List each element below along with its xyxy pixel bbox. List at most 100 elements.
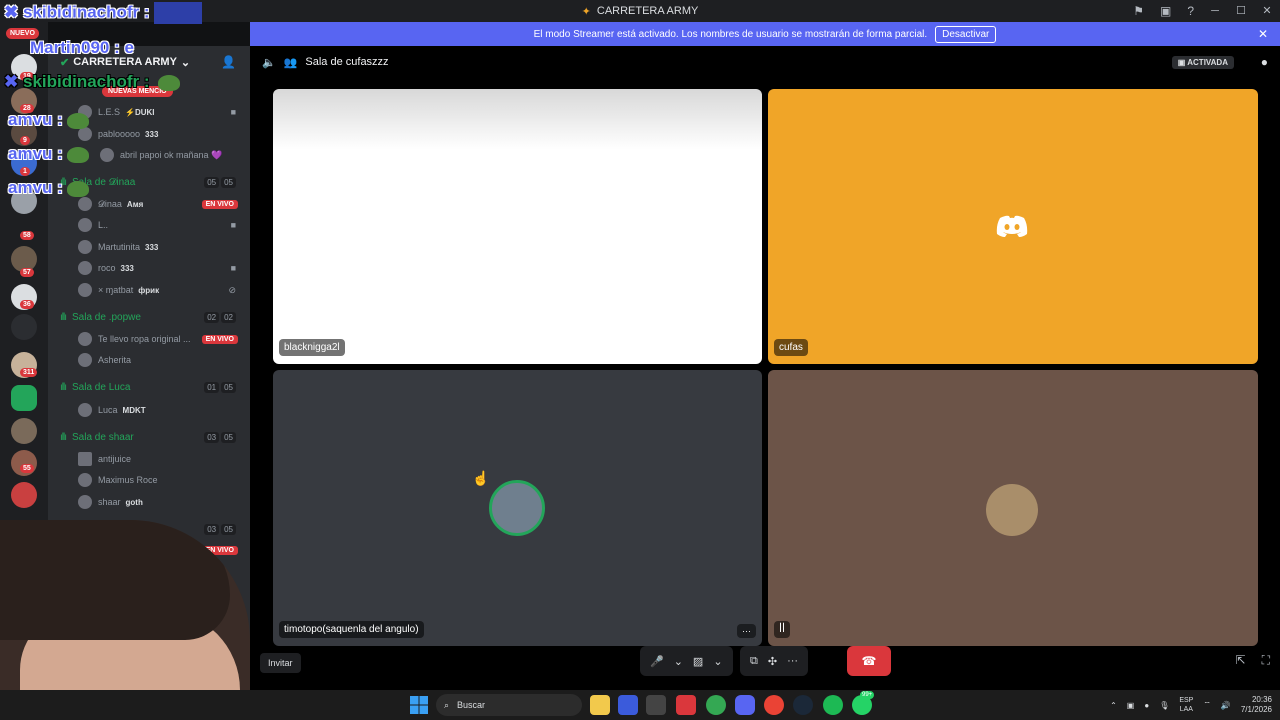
activities-icon[interactable]: ✣ [768, 655, 777, 668]
member-row[interactable]: Asherita [48, 350, 250, 370]
overlay-chat-line: amvu : [8, 178, 89, 198]
help-icon[interactable]: ? [1187, 4, 1194, 18]
member-name: × ɱatbat [98, 285, 134, 295]
language-indicator[interactable]: ESP LAA [1179, 696, 1193, 714]
server-badge: 36 [20, 300, 34, 309]
search-placeholder: Buscar [457, 700, 486, 710]
server-icon[interactable] [11, 482, 37, 508]
live-badge: EN VIVO [201, 334, 238, 344]
member-row[interactable]: Te llevo ropa original ... EN VIVO [48, 329, 250, 349]
server-badge: 55 [20, 464, 34, 473]
member-row[interactable]: roco 333 ■ [48, 258, 250, 278]
member-row[interactable]: Luca MDKT [48, 400, 250, 420]
server-icon[interactable] [11, 418, 37, 444]
mic-tray-icon[interactable]: 🎙 [1159, 701, 1169, 710]
window-controls: ─ ☐ ✕ [1202, 0, 1280, 22]
member-row[interactable]: × ɱatbat фрик ⊘ [48, 280, 250, 300]
chevron-down-icon[interactable]: ⌄ [674, 655, 683, 668]
fullscreen-icon[interactable]: ⛶ [1262, 653, 1270, 668]
chrome-icon[interactable] [764, 695, 784, 715]
avatar [78, 283, 92, 297]
overlay-chat-line: amvu : [8, 110, 89, 130]
member-row[interactable]: shaar goth [48, 492, 250, 512]
camera-off-icon[interactable]: ▨ [693, 655, 703, 668]
voice-channel[interactable]: ıllı Sala de shaar 03 05 [48, 427, 250, 447]
pepe-emote-icon [66, 146, 89, 163]
office-icon[interactable] [618, 695, 638, 715]
more-icon[interactable]: ··· [787, 655, 798, 667]
invite-button[interactable]: Invitar [260, 653, 301, 673]
popout-icon[interactable]: ⇱ [1236, 653, 1246, 668]
volume-icon[interactable]: 🔊 [1221, 701, 1231, 710]
disconnect-button[interactable]: ☎ [847, 646, 891, 676]
activity-badge[interactable]: ▣ ACTIVADA [1171, 55, 1234, 69]
camera-icon: ■ [230, 220, 236, 230]
member-row[interactable]: L.. ■ [48, 215, 250, 235]
video-tile[interactable]: timotopo(saquenla del angulo) ··· [273, 370, 762, 646]
member-row[interactable]: Martutinita 333 [48, 237, 250, 257]
server-badge: 57 [20, 268, 34, 277]
users-icon: 👥 [283, 56, 298, 69]
discord-taskbar-icon[interactable] [735, 695, 755, 715]
voice-channel[interactable]: ıllı Sala de .popwe 02 02 [48, 307, 250, 327]
file-explorer-icon[interactable] [590, 695, 610, 715]
wifi-icon[interactable]: ⌔ [1203, 700, 1211, 710]
steam-icon[interactable] [793, 695, 813, 715]
server-icon[interactable] [11, 385, 37, 411]
more-options-button[interactable]: ··· [737, 624, 756, 638]
video-tile[interactable]: blacknigga2l [273, 89, 762, 364]
activity-icon: ▣ [1177, 57, 1188, 67]
clock[interactable]: 20:36 7/1/2026 [1241, 695, 1272, 715]
voice-channel[interactable]: ıllı Sala de Luca 01 05 [48, 377, 250, 397]
server-badge: 311 [20, 368, 38, 377]
maximize-button[interactable]: ☐ [1228, 0, 1254, 22]
minimize-button[interactable]: ─ [1202, 0, 1228, 22]
video-tile[interactable]: ꟾꟾ [768, 370, 1258, 646]
member-name: abril papoi ok mañana 💜 [120, 149, 223, 160]
close-button[interactable]: ✕ [1254, 0, 1280, 22]
server-icon[interactable] [11, 314, 37, 340]
screen-share-icon[interactable]: ⧉ [750, 655, 758, 668]
pepe-emote-icon [158, 74, 181, 91]
inbox-icon[interactable]: ⚑ [1133, 4, 1144, 18]
add-member-icon[interactable]: 👤 [221, 55, 236, 69]
member-row[interactable]: antijuice [48, 449, 250, 469]
chevron-up-icon[interactable]: ⌃ [1110, 701, 1117, 710]
member-tag: 333 [145, 242, 159, 252]
member-row[interactable]: Maximus Roce [48, 470, 250, 490]
voice-count: 03 05 [204, 523, 236, 535]
microphone-icon[interactable]: 🎤 [650, 655, 664, 668]
tray-app-icon[interactable]: ▣ [1127, 701, 1135, 710]
voice-wave-icon: ıllı [60, 311, 67, 323]
voice-count: 02 02 [204, 311, 236, 323]
avatar [78, 403, 92, 417]
windows-start-icon[interactable] [410, 696, 428, 714]
avatar [78, 473, 92, 487]
server-badge: 58 [20, 231, 34, 240]
member-tag: 333 [120, 263, 134, 273]
chat-bubble-icon[interactable]: ● [1261, 55, 1268, 69]
chrome-icon[interactable] [706, 695, 726, 715]
member-tag: MDKT [122, 405, 146, 415]
member-name: Te llevo ropa original ... [98, 334, 191, 344]
overlay-chat-line: ✖ skibidinachofr : [4, 2, 203, 24]
store-icon[interactable] [646, 695, 666, 715]
voice-count: 03 05 [204, 431, 236, 443]
wps-icon[interactable] [676, 695, 696, 715]
taskbar-search[interactable]: ⌕ Buscar [436, 694, 582, 716]
close-icon[interactable]: ✕ [1258, 27, 1268, 41]
hand-cursor-icon: ☝ [472, 470, 490, 486]
screen-icon[interactable]: ▣ [1160, 4, 1171, 18]
avatar [78, 332, 92, 346]
tile-username: ꟾꟾ [774, 621, 790, 638]
disable-streamer-button[interactable]: Desactivar [935, 25, 997, 43]
pepe-emote-icon [66, 180, 89, 197]
titlebar-tools: ⚑ ▣ ? [1133, 0, 1194, 22]
spotify-icon[interactable] [823, 695, 843, 715]
tray-app-icon[interactable]: ● [1144, 701, 1149, 710]
camera-icon: ■ [230, 263, 236, 273]
video-tile[interactable]: cufas [768, 89, 1258, 364]
overlay-chat-line: amvu : [8, 144, 89, 164]
streamer-mode-banner: El modo Streamer está activado. Los nomb… [250, 22, 1280, 46]
chevron-down-icon[interactable]: ⌄ [713, 655, 722, 668]
